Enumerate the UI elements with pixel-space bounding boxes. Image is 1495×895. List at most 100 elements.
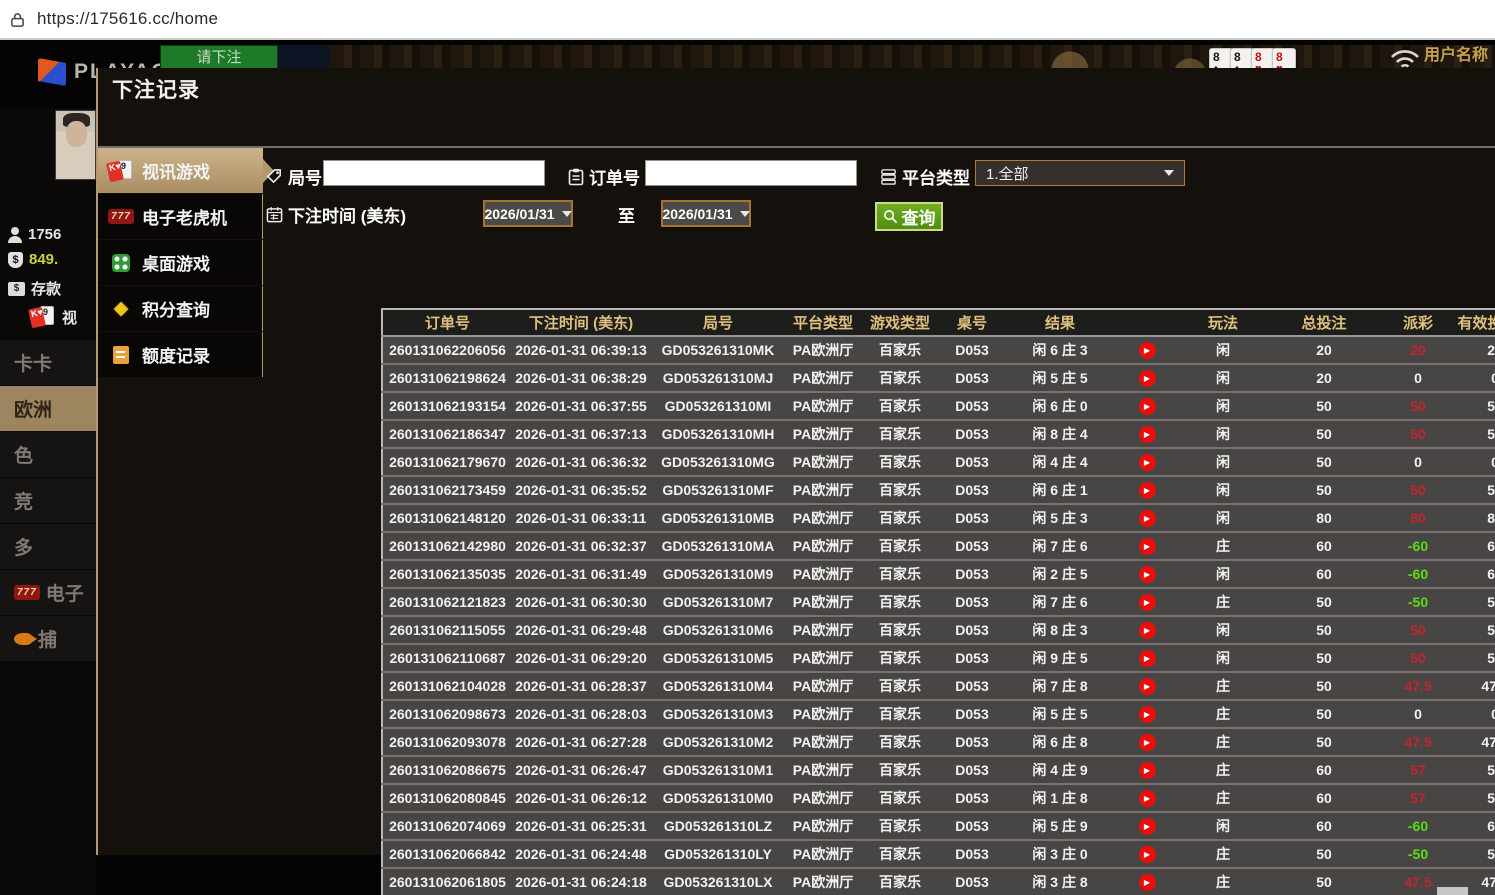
play-button[interactable]: ▶: [1138, 509, 1156, 527]
cell-table: D053: [940, 419, 1004, 448]
play-button[interactable]: ▶: [1138, 593, 1156, 611]
user-id-row: 1756: [8, 226, 61, 243]
url-text[interactable]: https://175616.cc/home: [37, 9, 218, 29]
play-button[interactable]: ▶: [1138, 649, 1156, 667]
column-header-game: 游戏类型: [860, 309, 940, 337]
cell-table: D053: [940, 587, 1004, 616]
cell-playType: 闲: [1178, 559, 1268, 588]
play-button[interactable]: ▶: [1138, 341, 1156, 359]
lobby-menu-item: 多: [0, 524, 96, 569]
cell-play: ▶: [1116, 671, 1178, 700]
lobby-menu-item: 捕: [0, 616, 96, 661]
scrollbar-fragment[interactable]: [1437, 887, 1468, 895]
cell-valid: 57: [1456, 755, 1495, 784]
platform-type-select[interactable]: 1.全部: [975, 160, 1185, 186]
cell-play: ▶: [1116, 503, 1178, 532]
play-button[interactable]: ▶: [1138, 425, 1156, 443]
sidebar-item-2[interactable]: 桌面游戏: [98, 240, 263, 285]
cell-game: 百家乐: [860, 503, 940, 532]
date-from-picker[interactable]: 2026/01/31: [483, 200, 573, 227]
cell-order: 260131062135035: [382, 559, 512, 588]
cell-time: 2026-01-31 06:37:55: [512, 391, 650, 420]
cell-order: 260131062142980: [382, 531, 512, 560]
cell-playType: 庄: [1178, 727, 1268, 756]
table-row: 260131062115055 2026-01-31 06:29:48 GD0532…: [382, 615, 1495, 644]
round-filter-label: 局号: [266, 164, 322, 189]
cell-order: 260131062110687: [382, 643, 512, 672]
avatar: [55, 110, 96, 180]
cell-round: GD053261310M4: [650, 671, 786, 700]
play-button[interactable]: ▶: [1138, 369, 1156, 387]
sidebar-item-4[interactable]: 额度记录: [98, 332, 263, 377]
cell-table: D053: [940, 783, 1004, 812]
play-button[interactable]: ▶: [1138, 565, 1156, 583]
cell-valid: 0: [1456, 447, 1495, 476]
play-button[interactable]: ▶: [1138, 817, 1156, 835]
cell-time: 2026-01-31 06:26:12: [512, 783, 650, 812]
cell-result: 闲 7 庄 6: [1004, 531, 1116, 560]
cell-play: ▶: [1116, 643, 1178, 672]
round-input[interactable]: [323, 160, 545, 186]
cell-play: ▶: [1116, 531, 1178, 560]
cell-result: 闲 5 庄 9: [1004, 811, 1116, 840]
slots-777-icon: 777: [108, 209, 134, 224]
cell-platform: PA欧洲厅: [786, 811, 860, 840]
player-panel: 1756 $ 849. $ 存款 K♥ 9 视 卡卡 欧洲色竞多 777 电子捕: [0, 108, 96, 895]
cell-playType: 闲: [1178, 811, 1268, 840]
cell-payout: 80: [1380, 503, 1456, 532]
cell-play: ▶: [1116, 839, 1178, 868]
sidebar-item-label: 积分查询: [142, 301, 210, 320]
browser-address-bar[interactable]: https://175616.cc/home: [0, 0, 1495, 40]
play-button[interactable]: ▶: [1138, 761, 1156, 779]
cell-playType: 闲: [1178, 363, 1268, 392]
sidebar-item-3[interactable]: ◆ 积分查询: [98, 286, 263, 331]
play-button[interactable]: ▶: [1138, 873, 1156, 891]
column-header-time: 下注时间 (美东): [512, 309, 650, 337]
cell-valid: 50: [1456, 391, 1495, 420]
play-button[interactable]: ▶: [1138, 789, 1156, 807]
table-row: 260131062198624 2026-01-31 06:38:29 GD0532…: [382, 363, 1495, 392]
sidebar-item-1[interactable]: 777 电子老虎机: [98, 194, 263, 239]
cell-table: D053: [940, 755, 1004, 784]
play-button[interactable]: ▶: [1138, 537, 1156, 555]
play-button[interactable]: ▶: [1138, 677, 1156, 695]
order-input[interactable]: [645, 160, 857, 186]
cell-platform: PA欧洲厅: [786, 559, 860, 588]
lobby-menu-item: 欧洲: [0, 386, 96, 431]
play-button[interactable]: ▶: [1138, 481, 1156, 499]
cell-result: 闲 5 庄 5: [1004, 363, 1116, 392]
deposit-icon: $: [8, 281, 25, 296]
sidebar-item-label: 电子老虎机: [142, 209, 227, 228]
cell-game: 百家乐: [860, 643, 940, 672]
cell-result: 闲 8 庄 3: [1004, 615, 1116, 644]
cell-round: GD053261310MA: [650, 531, 786, 560]
filters: 局号 订单号 平台类型 1.全部 下注时间 (美东) 2026/01/31 至 …: [263, 148, 1495, 240]
cards-icon: K♥ 9: [106, 159, 134, 182]
cell-round: GD053261310LX: [650, 867, 786, 895]
cell-bet: 60: [1268, 531, 1380, 560]
cell-valid: 60: [1456, 531, 1495, 560]
search-button[interactable]: 查询: [875, 202, 943, 231]
cell-valid: 60: [1456, 811, 1495, 840]
date-to-picker[interactable]: 2026/01/31: [661, 200, 751, 227]
cell-payout: 47.5: [1380, 727, 1456, 756]
cell-payout: 50: [1380, 391, 1456, 420]
play-button[interactable]: ▶: [1138, 621, 1156, 639]
play-button[interactable]: ▶: [1138, 397, 1156, 415]
cell-platform: PA欧洲厅: [786, 363, 860, 392]
cell-play: ▶: [1116, 783, 1178, 812]
cell-round: GD053261310M3: [650, 699, 786, 728]
cell-game: 百家乐: [860, 755, 940, 784]
user-icon: [8, 226, 22, 243]
cell-result: 闲 6 庄 0: [1004, 391, 1116, 420]
cell-order: 260131062193154: [382, 391, 512, 420]
play-button[interactable]: ▶: [1138, 453, 1156, 471]
play-button[interactable]: ▶: [1138, 733, 1156, 751]
cell-valid: 50: [1456, 643, 1495, 672]
cell-platform: PA欧洲厅: [786, 839, 860, 868]
sidebar-item-0[interactable]: K♥ 9 视讯游戏: [98, 148, 274, 193]
cell-valid: 50: [1456, 419, 1495, 448]
cell-play: ▶: [1116, 587, 1178, 616]
play-button[interactable]: ▶: [1138, 705, 1156, 723]
play-button[interactable]: ▶: [1138, 845, 1156, 863]
